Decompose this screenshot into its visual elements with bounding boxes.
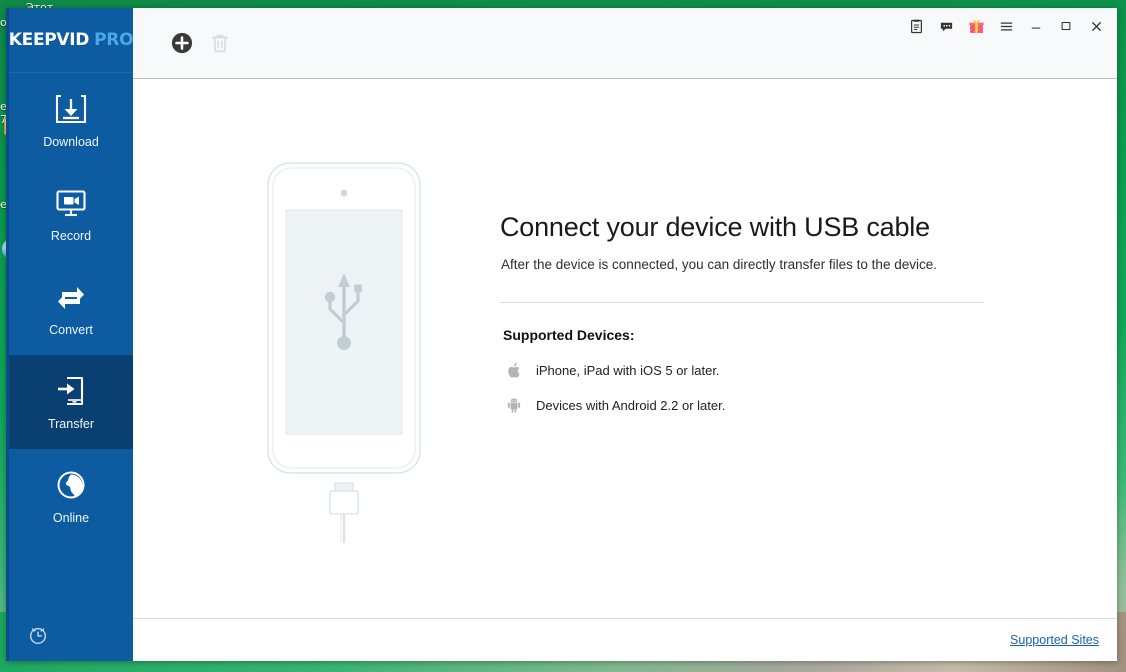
page-subtitle: After the device is connected, you can d… — [501, 257, 937, 272]
window-body: KEEPVID PRO Download Record Convert Tran… — [6, 8, 1117, 661]
instruction-panel: Connect your device with USB cable After… — [500, 212, 1000, 413]
record-icon — [54, 186, 88, 220]
app-logo: KEEPVID PRO — [8, 8, 134, 73]
sidebar-item-label: Record — [50, 228, 92, 243]
sidebar: KEEPVID PRO Download Record Convert Tran… — [6, 8, 134, 661]
sidebar-item-download[interactable]: Download — [9, 73, 133, 167]
keepvid-pro-window: KEEPVID PRO Download Record Convert Tran… — [6, 8, 1117, 661]
sidebar-item-label: Convert — [49, 322, 93, 337]
sidebar-item-record[interactable]: Record — [9, 167, 133, 261]
right-pane: Connect your device with USB cable After… — [133, 8, 1117, 661]
transfer-icon — [54, 374, 88, 408]
android-icon — [503, 398, 525, 413]
gift-icon[interactable] — [963, 14, 989, 38]
list-item: iPhone, iPad with iOS 5 or later. — [503, 362, 1000, 379]
toolbar-buttons — [171, 32, 231, 54]
logo-text-keepvid: KEEPVID — [8, 30, 90, 50]
list-item-label: iPhone, iPad with iOS 5 or later. — [536, 363, 720, 378]
maximize-icon[interactable] — [1053, 14, 1079, 38]
sidebar-item-label: Download — [43, 134, 99, 149]
sidebar-item-transfer[interactable]: Transfer — [9, 355, 133, 449]
supported-sites-link[interactable]: Supported Sites — [1010, 633, 1099, 647]
add-circle-icon[interactable] — [171, 32, 193, 54]
globe-icon — [54, 468, 88, 502]
sidebar-item-label: Online — [52, 510, 90, 525]
sidebar-item-label: Transfer — [47, 416, 95, 431]
trash-icon[interactable] — [209, 32, 231, 54]
sidebar-item-convert[interactable]: Convert — [9, 261, 133, 355]
scheduler-button[interactable] — [9, 613, 133, 661]
content-area: Connect your device with USB cable After… — [133, 79, 1117, 618]
close-icon[interactable] — [1083, 14, 1109, 38]
menu-icon[interactable] — [993, 14, 1019, 38]
download-icon — [54, 92, 88, 126]
list-item: Devices with Android 2.2 or later. — [503, 398, 1000, 413]
list-item-label: Devices with Android 2.2 or later. — [536, 398, 726, 413]
alarm-clock-icon — [27, 624, 49, 651]
device-illustration — [259, 162, 429, 557]
page-title: Connect your device with USB cable — [500, 212, 930, 242]
sidebar-item-online[interactable]: Online — [9, 449, 133, 543]
feedback-icon[interactable] — [933, 14, 959, 38]
toolbar — [133, 8, 1117, 79]
minimize-icon[interactable] — [1023, 14, 1049, 38]
convert-icon — [54, 280, 88, 314]
supported-devices-heading: Supported Devices: — [503, 327, 635, 343]
titlebar-controls — [903, 14, 1109, 38]
footer-bar: Supported Sites — [133, 618, 1117, 661]
notes-icon[interactable] — [903, 14, 929, 38]
logo-text-pro: PRO — [94, 30, 134, 50]
section-divider — [500, 302, 984, 303]
apple-icon — [503, 362, 525, 379]
